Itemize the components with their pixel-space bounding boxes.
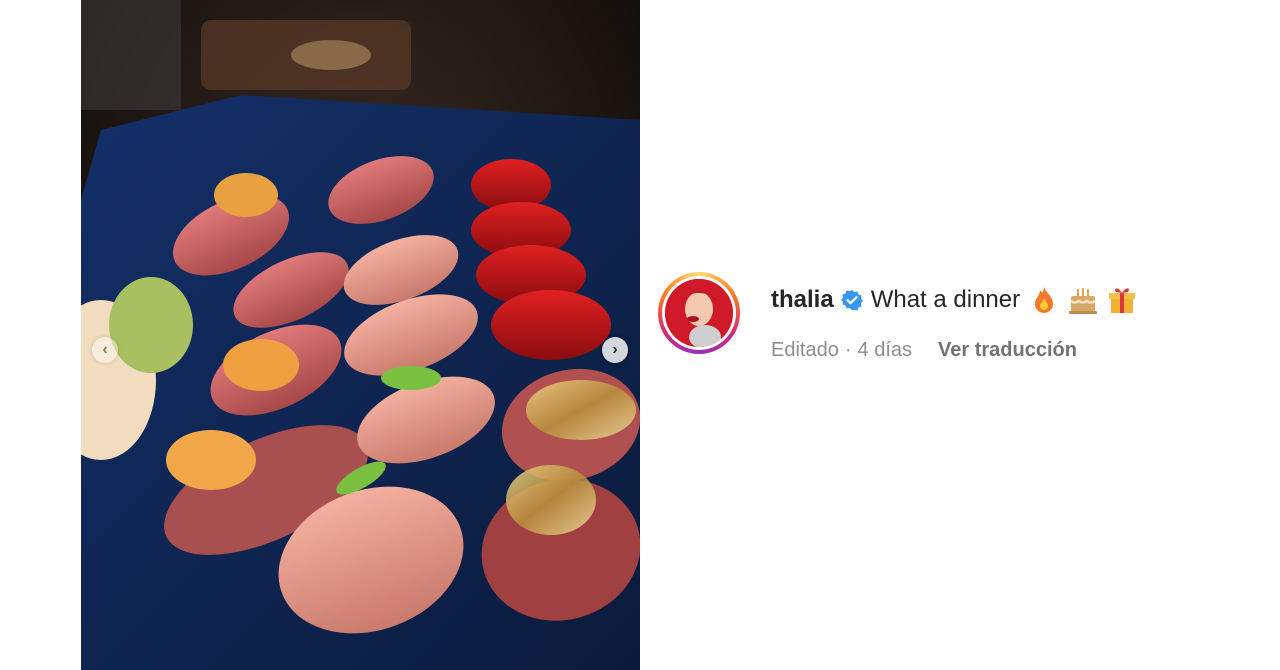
- avatar-story-ring[interactable]: [658, 272, 740, 354]
- verified-badge-icon: [840, 289, 863, 311]
- caption-text: What a dinner: [870, 286, 1021, 313]
- post-photo[interactable]: [81, 0, 640, 670]
- fire-emoji-icon: [1032, 286, 1056, 314]
- see-translation-button[interactable]: Ver traducción: [938, 339, 1077, 362]
- caption-line: thalia What a dinner: [771, 286, 1136, 314]
- avatar: [665, 279, 733, 347]
- carousel-prev-button[interactable]: ‹: [92, 337, 118, 363]
- meta-separator: ·: [844, 339, 852, 361]
- sushi-photo-image: [81, 0, 640, 670]
- carousel-next-button[interactable]: ›: [602, 337, 628, 363]
- post-timestamp[interactable]: 4 días: [858, 339, 912, 362]
- wrapped-gift-emoji-icon: [1108, 286, 1136, 314]
- post-caption: thalia What a dinner Editado · 4 días Ve…: [658, 272, 1258, 372]
- birthday-cake-emoji-icon: [1068, 286, 1098, 314]
- username-link[interactable]: thalia: [771, 286, 834, 314]
- edited-label: Editado: [771, 339, 839, 361]
- post-meta: Editado · 4 días Ver traducción: [771, 339, 1077, 362]
- profile-picture-image: [665, 279, 733, 347]
- chevron-left-icon: ‹: [102, 341, 108, 358]
- chevron-right-icon: ›: [612, 341, 618, 358]
